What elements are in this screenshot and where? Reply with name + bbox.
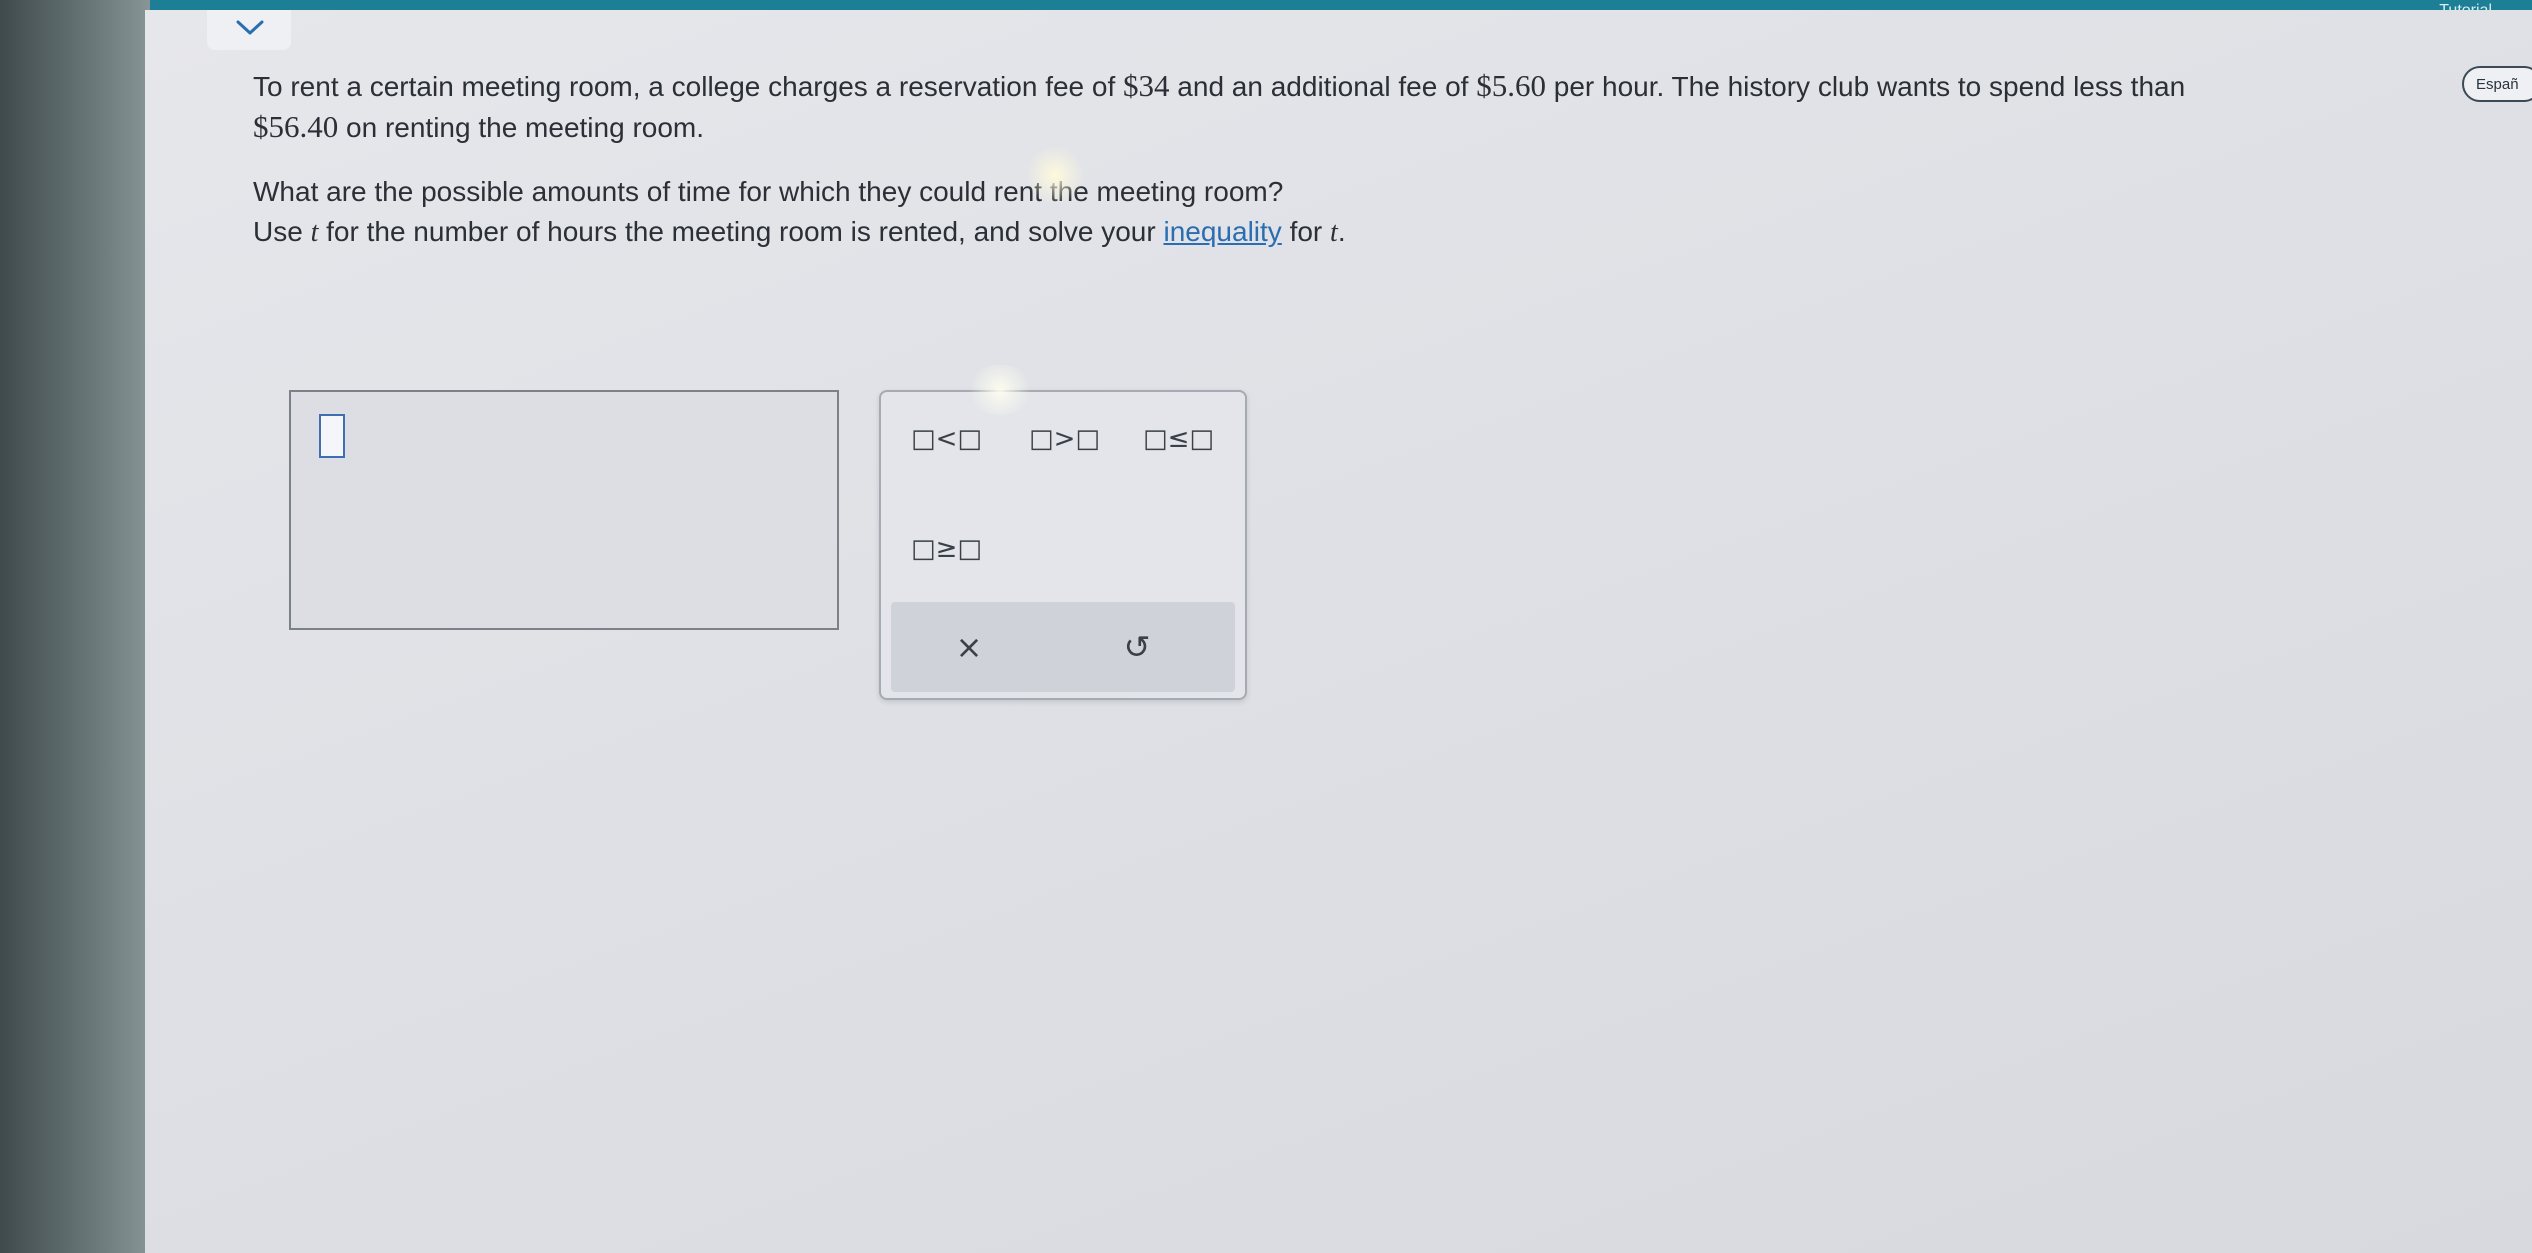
question-text: What are the possible amounts of time fo… — [253, 176, 1284, 207]
main-screen: Españ To rent a certain meeting room, a … — [145, 10, 2532, 1253]
problem-text: To rent a certain meeting room, a colleg… — [253, 71, 1124, 102]
hourly-fee: $5.60 — [1476, 68, 1546, 103]
palette-actions: × ↺ — [891, 602, 1235, 692]
clear-button[interactable]: × — [939, 620, 999, 674]
greater-equal-button[interactable]: □≥□ — [905, 530, 988, 568]
undo-button[interactable]: ↺ — [1107, 620, 1167, 674]
less-equal-button[interactable]: □≤□ — [1137, 420, 1220, 458]
inequality-link[interactable]: inequality — [1163, 216, 1281, 247]
answer-input[interactable] — [289, 390, 839, 630]
collapse-toggle[interactable] — [207, 10, 291, 50]
problem-paragraph-cont: $56.40 on renting the meeting room. — [253, 107, 2513, 148]
problem-text: and an additional fee of — [1169, 71, 1477, 102]
screen-bezel — [0, 0, 160, 1253]
variable-t: t — [1330, 217, 1338, 248]
problem-statement: To rent a certain meeting room, a colleg… — [253, 66, 2513, 253]
reservation-fee: $34 — [1123, 68, 1170, 103]
problem-text: per hour. The history club wants to spen… — [1545, 71, 2186, 102]
input-cursor-placeholder[interactable] — [319, 414, 345, 458]
problem-text: on renting the meeting room. — [338, 112, 705, 143]
budget-amount: $56.40 — [253, 109, 339, 144]
instruction-part: for the number of hours the meeting room… — [318, 216, 1164, 247]
chevron-down-icon — [236, 20, 264, 35]
problem-paragraph: To rent a certain meeting room, a colleg… — [253, 66, 2513, 107]
math-palette: □<□ □>□ □≤□ □≥□ × ↺ — [879, 390, 1247, 700]
instruction-text: Use t for the number of hours the meetin… — [253, 212, 2513, 253]
instruction-part: for — [1281, 216, 1331, 247]
instruction-part: Use — [253, 216, 311, 247]
greater-than-button[interactable]: □>□ — [1023, 420, 1106, 458]
instruction-part: . — [1337, 216, 1346, 247]
less-than-button[interactable]: □<□ — [905, 420, 988, 458]
